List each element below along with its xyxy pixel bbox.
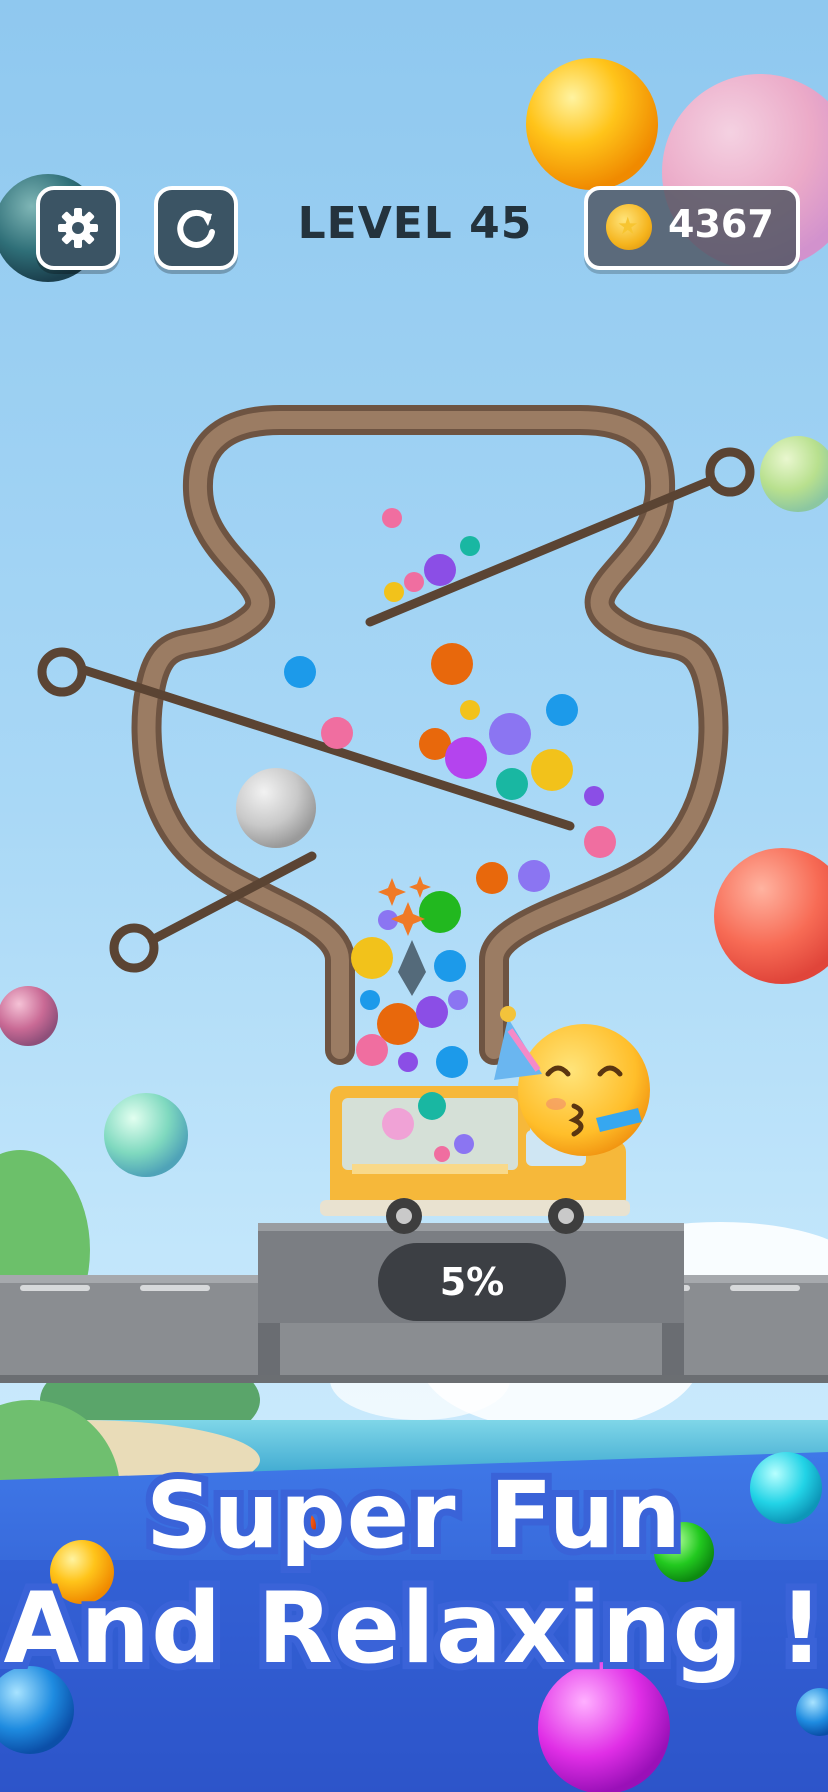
maze-balls xyxy=(236,508,616,1078)
coin-count: 4367 xyxy=(668,202,774,246)
coin-counter: ★ 4367 xyxy=(584,186,800,270)
progress-label: 5% xyxy=(439,1260,505,1304)
settings-button[interactable] xyxy=(36,186,120,270)
level-label: LEVEL 45 xyxy=(297,198,533,249)
coin-icon: ★ xyxy=(606,204,652,250)
game-scene: LEVEL 45 ★ 4367 5% Super Fun And Relaxin… xyxy=(0,0,828,1792)
pin-top[interactable] xyxy=(365,447,755,627)
progress-indicator: 5% xyxy=(378,1243,566,1321)
promo-line-2: And Relaxing ! xyxy=(0,1565,828,1693)
restart-icon xyxy=(177,209,215,248)
gear-icon xyxy=(58,208,98,248)
restart-button[interactable] xyxy=(154,186,238,270)
promo-line-1: Super Fun xyxy=(139,1455,688,1576)
